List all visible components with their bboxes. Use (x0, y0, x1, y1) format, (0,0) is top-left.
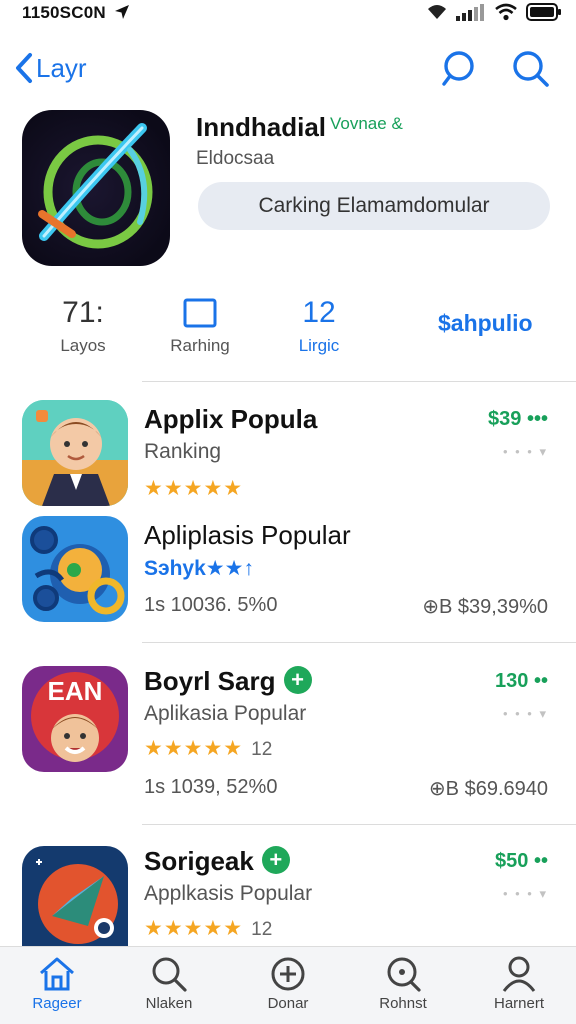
featured-app-badge: Vovnae & (330, 114, 403, 133)
app-price[interactable]: $50 •• (495, 850, 548, 873)
tabs-link[interactable]: $ahpulio (438, 310, 533, 337)
app-icon-globe (22, 846, 128, 946)
navigation-bar: Layr (0, 44, 576, 96)
tab-rohnst[interactable]: Rohnst (358, 955, 448, 1012)
app-price-value: 130 (495, 670, 529, 692)
square-icon (183, 298, 217, 328)
app-more-dots[interactable]: • • • ▾ (503, 886, 548, 902)
tab-lirgic-label: Lirgic (298, 336, 340, 355)
app-icon-boy (22, 400, 128, 506)
svg-text:EAN: EAN (48, 676, 103, 706)
app-more-dots[interactable]: • • • ▾ (503, 444, 548, 460)
app-meta: 1s 10036. 5%0 (144, 594, 278, 616)
tab-harnert-label: Harnert (493, 995, 545, 1012)
app-rating: ★★★★★ 12 (144, 736, 272, 761)
app-size: ⊕B $69.6940 (428, 778, 548, 800)
app-subtitle: Ranking (144, 440, 222, 463)
back-label: Layr (36, 52, 87, 83)
tab-nlaken[interactable]: Nlaken (124, 955, 214, 1012)
tab-harnert[interactable]: Harnert (474, 955, 564, 1012)
add-button[interactable]: + (283, 666, 312, 694)
wifi-icon-2 (495, 3, 517, 21)
featured-app-header: Inndhadial Vovnae & Eldocsaa Carking Ela… (0, 108, 576, 268)
app-price-value: $39 (488, 408, 522, 430)
tab-layos-value: 71: (62, 296, 104, 329)
app-subtitle: Aplikasia Popular (144, 702, 307, 725)
app-price[interactable]: 130 •• (495, 670, 548, 693)
tab-donar-label: Donar (267, 995, 309, 1012)
app-title: Apliplasis Popular (144, 520, 351, 550)
app-rating-count: 12 (251, 919, 273, 940)
divider (142, 824, 576, 825)
search-icon (152, 957, 187, 992)
home-icon (40, 957, 74, 991)
back-button[interactable]: Layr (14, 52, 87, 84)
category-tabs: 71: Layos Rarhing 12 Lirgic $ahpulio (0, 296, 576, 376)
app-rating-stars: ★★★★★ (144, 477, 244, 500)
app-rating-stars: ★★★★★ (144, 737, 244, 760)
featured-app-subtitle: Eldocsaa (196, 148, 275, 169)
app-subtitle: Applkasis Popular (144, 882, 313, 905)
tab-rageer-label: Rageer (32, 995, 82, 1012)
app-rating: ★★★★★ 12 (144, 916, 272, 941)
tab-nlaken-label: Nlaken (145, 995, 193, 1012)
chat-icon[interactable] (440, 50, 476, 88)
bottom-tab-bar: Rageer Nlaken Donar Rohnst Harnert (0, 946, 576, 1024)
app-title: Applix Popula (144, 404, 318, 434)
app-price-dots: •• (533, 850, 548, 872)
app-price-dots: ••• (526, 408, 548, 430)
status-bar: 1150SC0N (0, 0, 576, 26)
featured-app-icon[interactable] (22, 110, 170, 266)
app-price-dots: •• (533, 670, 548, 692)
status-time: 1150SC0N (22, 3, 106, 22)
tab-donar[interactable]: Donar (243, 955, 333, 1012)
signal-icon (456, 4, 484, 21)
plus-circle-icon (271, 957, 305, 991)
app-rating-count: 12 (251, 739, 273, 760)
app-icon-face: EAN (22, 666, 128, 772)
app-rating-stars: ★★★★★ (144, 917, 244, 940)
search-alt-icon (387, 957, 421, 992)
search-icon[interactable] (512, 50, 550, 88)
wifi-icon (428, 5, 446, 19)
tab-lirgic-value: 12 (302, 296, 336, 329)
chevron-left-icon (16, 53, 32, 83)
app-price-value: $50 (495, 850, 529, 872)
divider (142, 642, 576, 643)
add-button[interactable]: + (261, 846, 290, 874)
app-price[interactable]: $39 ••• (488, 408, 548, 431)
tab-rarhing[interactable]: Rarhing (155, 296, 245, 356)
app-title: Sorigeak (144, 846, 254, 876)
tab-rarhing-label: Rarhing (170, 336, 230, 355)
app-title-wrap: Sorigeak + (144, 846, 290, 877)
tab-layos-label: Layos (60, 336, 106, 355)
battery-icon (526, 3, 561, 21)
app-rating-text: Sэhyk★★↑ (144, 557, 254, 580)
tab-lirgic[interactable]: 12 Lirgic (274, 296, 364, 356)
featured-app-title: Inndhadial (196, 112, 326, 142)
app-title: Boyrl Sarg (144, 666, 276, 696)
tab-layos[interactable]: 71: Layos (38, 296, 128, 356)
featured-app-action-button[interactable]: Carking Elamamdomular (198, 182, 550, 230)
featured-app-logo-icon (38, 123, 153, 249)
location-arrow-icon (115, 5, 129, 19)
tab-rageer[interactable]: Rageer (12, 955, 102, 1012)
app-icon-shapes (22, 516, 128, 622)
app-size: ⊕B $39,39%0 (422, 596, 548, 618)
app-meta: 1s 1039, 52%0 (144, 776, 278, 798)
person-icon (502, 956, 536, 992)
tab-rohnst-label: Rohnst (379, 995, 427, 1012)
app-title-wrap: Boyrl Sarg + (144, 666, 312, 697)
app-more-dots[interactable]: • • • ▾ (503, 706, 548, 722)
divider (142, 381, 576, 382)
